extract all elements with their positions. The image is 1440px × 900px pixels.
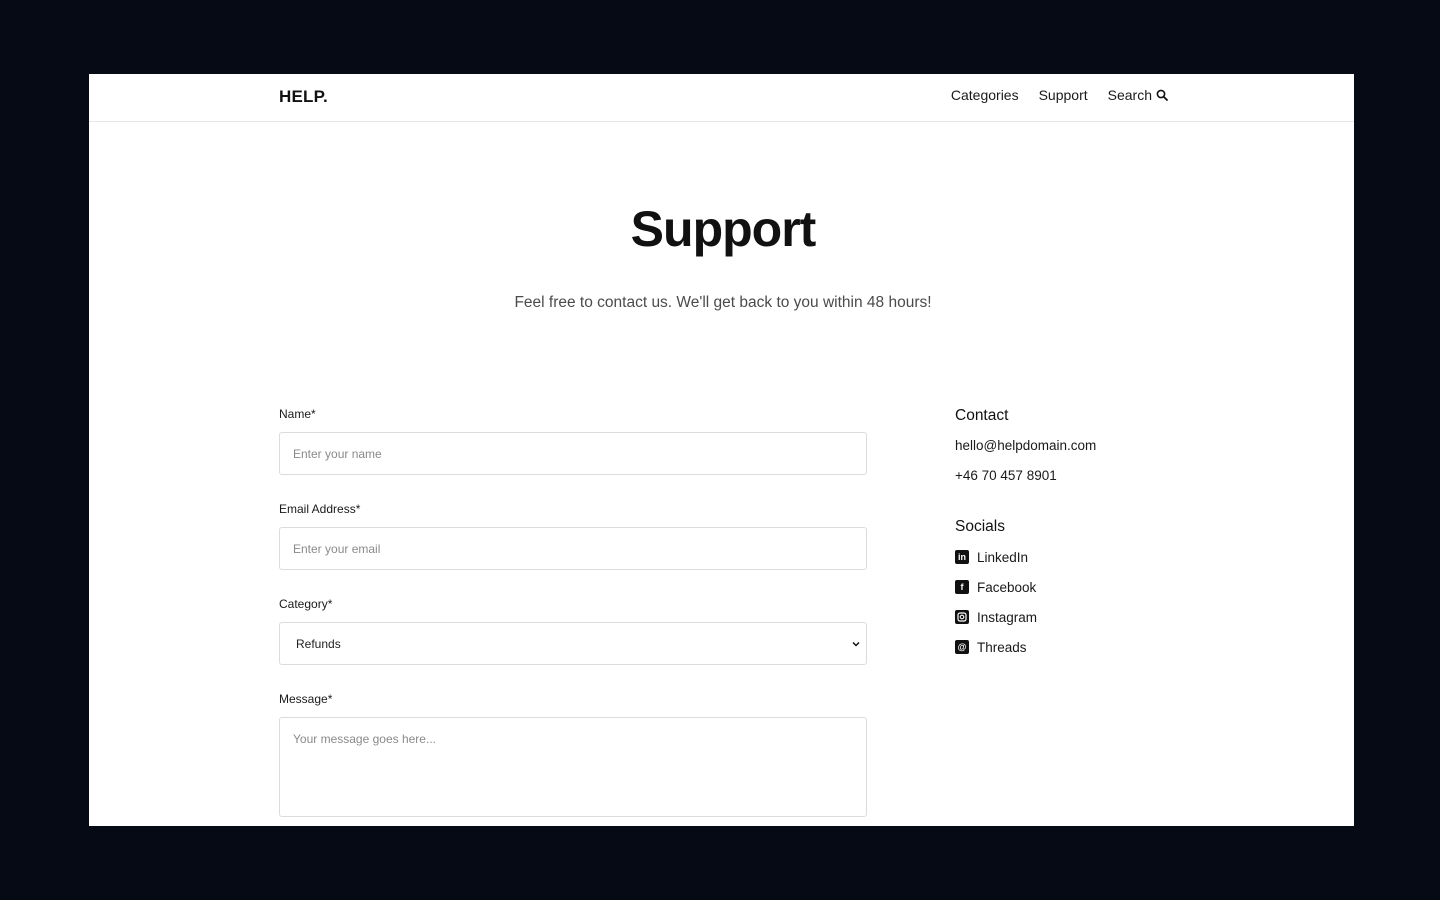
email-input[interactable]: [279, 527, 867, 570]
socials-heading: Socials: [955, 518, 1005, 535]
search-icon: [1156, 89, 1168, 101]
name-field-group: Name*: [279, 407, 867, 475]
social-label-instagram: Instagram: [977, 609, 1038, 625]
category-select[interactable]: Refunds: [279, 622, 867, 665]
contact-heading: Contact: [955, 407, 1009, 424]
nav-support-link[interactable]: Support: [1039, 87, 1088, 103]
social-link-instagram[interactable]: Instagram: [955, 609, 1215, 625]
nav-search-link[interactable]: Search: [1108, 87, 1168, 103]
contact-sidebar: Contact hello@helpdomain.com +46 70 457 …: [955, 407, 1215, 669]
page-subtitle: Feel free to contact us. We'll get back …: [514, 294, 932, 311]
contact-phone[interactable]: +46 70 457 8901: [955, 468, 1215, 483]
nav-search-label: Search: [1107, 87, 1152, 103]
instagram-icon: [955, 610, 969, 624]
top-navbar: HELP. Categories Support Search: [89, 74, 1354, 122]
contact-email[interactable]: hello@helpdomain.com: [955, 438, 1215, 453]
category-selected-value: Refunds: [296, 636, 341, 651]
threads-icon: @: [955, 640, 969, 654]
name-input[interactable]: [279, 432, 867, 475]
nav-links: Categories Support Search: [951, 87, 1168, 103]
message-field-group: Message*: [279, 692, 867, 817]
category-field-group: Category* Refunds: [279, 597, 867, 665]
facebook-icon: f: [955, 580, 969, 594]
browser-page: HELP. Categories Support Search Support …: [89, 74, 1354, 826]
page-title: Support: [630, 201, 817, 257]
social-label-facebook: Facebook: [977, 579, 1037, 595]
social-label-linkedin: LinkedIn: [977, 549, 1029, 565]
name-label: Name*: [279, 407, 316, 421]
social-link-linkedin[interactable]: in LinkedIn: [955, 549, 1215, 565]
linkedin-icon: in: [955, 550, 969, 564]
email-label: Email Address*: [279, 502, 361, 516]
category-label: Category*: [279, 597, 333, 611]
site-logo[interactable]: HELP.: [279, 87, 328, 107]
support-form: Name* Email Address* Category* Refunds M…: [279, 407, 867, 826]
social-label-threads: Threads: [977, 639, 1027, 655]
nav-categories-link[interactable]: Categories: [951, 87, 1019, 103]
social-link-facebook[interactable]: f Facebook: [955, 579, 1215, 595]
message-label: Message*: [279, 692, 333, 706]
social-link-threads[interactable]: @ Threads: [955, 639, 1215, 655]
chevron-down-icon: [852, 641, 860, 647]
message-textarea[interactable]: [279, 717, 867, 817]
email-field-group: Email Address*: [279, 502, 867, 570]
